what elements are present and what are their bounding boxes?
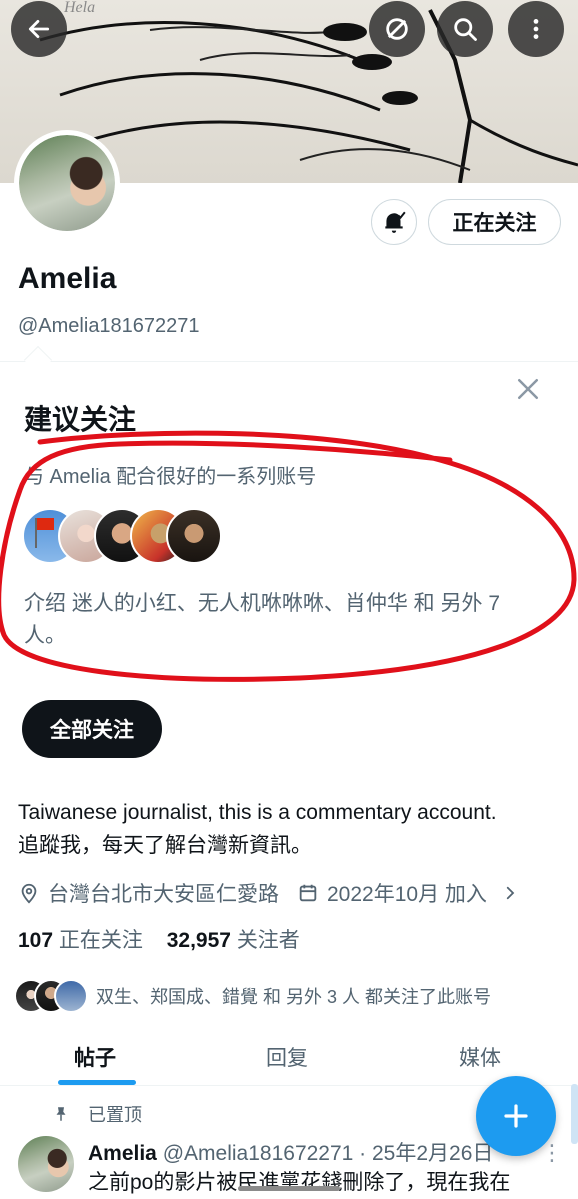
post-handle-date: @Amelia181672271 · 25年2月26日 (162, 1142, 494, 1165)
tab-posts[interactable]: 帖子 (74, 1042, 116, 1072)
tab-media[interactable]: 媒体 (459, 1042, 501, 1072)
following-count: 107 (18, 929, 54, 952)
following-label: 正在关注 (58, 929, 143, 952)
followers-link[interactable]: 32,957 关注者 (167, 929, 300, 952)
sync-button[interactable] (369, 1, 425, 57)
section-divider (0, 361, 578, 362)
bell-check-icon (385, 211, 406, 233)
bio-line: Taiwanese journalist, this is a commenta… (18, 801, 497, 824)
profile-name: Amelia (18, 262, 117, 295)
avatar (166, 508, 222, 564)
compose-button[interactable] (476, 1076, 556, 1156)
location-pin-icon (18, 882, 40, 904)
scrollbar[interactable] (571, 1084, 578, 1144)
arrow-left-icon (28, 20, 50, 38)
pinned-text: 已置顶 (88, 1105, 142, 1125)
joined-text: 2022年10月 加入 (327, 883, 487, 906)
profile-avatar[interactable] (14, 130, 120, 236)
profile-tabs: 帖子 回复 媒体 (0, 1028, 578, 1086)
following-button[interactable]: 正在关注 (428, 199, 561, 245)
followers-label: 关注者 (236, 929, 300, 952)
chevron-right-icon[interactable] (501, 884, 519, 902)
more-options-button[interactable] (508, 1, 564, 57)
suggestions-subtitle: 与 Amelia 配合很好的一系列账号 (24, 466, 317, 488)
avatar (54, 979, 88, 1013)
pin-icon (52, 1105, 70, 1123)
close-icon[interactable] (513, 374, 543, 404)
following-link[interactable]: 107 正在关注 (18, 929, 143, 952)
followed-by-text: 双生、郑国成、錯覺 和 另外 3 人 都关注了此账号 (96, 987, 492, 1007)
profile-handle: @Amelia181672271 (18, 315, 200, 337)
follow-all-button[interactable]: 全部关注 (22, 700, 162, 758)
profile-bio: Taiwanese journalist, this is a commenta… (18, 796, 563, 862)
notification-bell-button[interactable] (371, 199, 417, 245)
follow-stats: 107 正在关注 32,957 关注者 (18, 924, 300, 954)
suggested-accounts-avatars[interactable] (22, 508, 222, 566)
divider-notch (23, 345, 53, 375)
suggestions-title: 建议关注 (24, 404, 137, 435)
search-button[interactable] (437, 1, 493, 57)
location-text: 台灣台北市大安區仁愛路 (48, 883, 279, 906)
active-tab-indicator (58, 1080, 136, 1085)
followers-count: 32,957 (166, 929, 231, 952)
calendar-icon (297, 882, 319, 904)
plus-icon (504, 1104, 528, 1128)
suggestions-description: 介绍 迷人的小红、无人机咻咻咻、肖仲华 和 另外 7 人。 (24, 592, 501, 647)
post-text[interactable]: 之前po的影片被民進黨花錢刪除了，現在我在 (88, 1166, 548, 1199)
pinned-label: 已置顶 (52, 1100, 142, 1128)
bio-line: 追蹤我，每天了解台灣新資訊。 (18, 834, 312, 857)
vertical-dots-icon (533, 19, 539, 39)
circle-slash-icon (386, 18, 408, 40)
post-header: Amelia @Amelia181672271 · 25年2月26日 (88, 1137, 493, 1167)
post-author-name[interactable]: Amelia (88, 1142, 157, 1165)
profile-meta: 台灣台北市大安區仁愛路 2022年10月 加入 (18, 878, 527, 908)
followed-by-row[interactable]: 双生、郑国成、錯覺 和 另外 3 人 都关注了此账号 (14, 976, 491, 1016)
back-button[interactable] (11, 1, 67, 57)
banner-sketch-text: Hela (63, 0, 95, 16)
search-icon (454, 18, 477, 41)
tab-replies[interactable]: 回复 (266, 1042, 308, 1072)
home-indicator[interactable] (238, 1186, 340, 1191)
post-author-avatar[interactable] (18, 1136, 74, 1192)
